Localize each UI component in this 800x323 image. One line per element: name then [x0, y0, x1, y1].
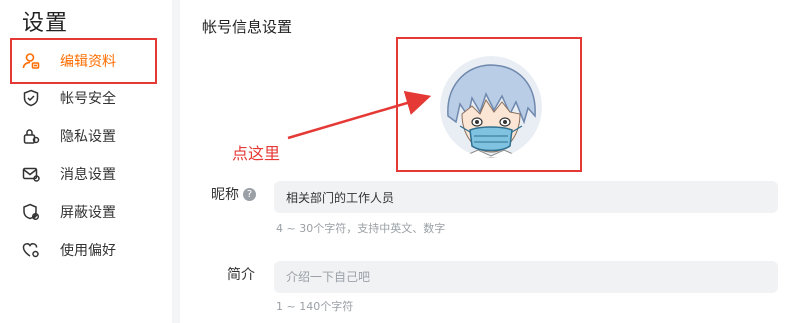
mail-icon [22, 165, 40, 183]
nickname-input[interactable] [274, 181, 778, 213]
sidebar-item-label: 屏蔽设置 [60, 205, 116, 221]
sidebar-item-messages[interactable]: 消息设置 [22, 162, 116, 186]
block-icon [22, 203, 40, 221]
user-edit-icon [22, 52, 40, 70]
sidebar-item-edit-profile[interactable]: 编辑资料 [22, 49, 116, 73]
sidebar-item-label: 消息设置 [60, 167, 116, 183]
panel-divider [172, 0, 180, 323]
sidebar-item-label: 隐私设置 [60, 129, 116, 145]
sidebar-item-preferences[interactable]: 使用偏好 [22, 238, 116, 262]
nickname-label: 昵称 [211, 187, 239, 203]
avatar[interactable] [440, 56, 542, 158]
sidebar-item-label: 使用偏好 [60, 243, 116, 259]
sidebar-item-privacy[interactable]: 隐私设置 [22, 124, 116, 148]
page-title: 帐号信息设置 [202, 18, 293, 36]
sidebar-item-blocking[interactable]: 屏蔽设置 [22, 200, 116, 224]
annotation-text: 点这里 [232, 144, 281, 163]
bio-input[interactable] [274, 261, 778, 293]
sidebar-title: 设置 [22, 11, 69, 36]
bio-tip: 1 ~ 140个字符 [276, 300, 354, 313]
nickname-tip: 4 ~ 30个字符，支持中英文、数字 [276, 222, 446, 235]
bio-label: 简介 [227, 267, 255, 283]
shield-icon [22, 89, 40, 107]
lock-icon [22, 127, 40, 145]
sidebar-item-account-security[interactable]: 帐号安全 [22, 86, 116, 110]
help-icon[interactable]: ? [243, 188, 256, 201]
settings-sidebar: 设置 编辑资料 帐号安全 隐私设置 消息设置 屏蔽设置 使用偏好 [0, 0, 172, 323]
sidebar-item-label: 编辑资料 [60, 54, 116, 70]
heart-settings-icon [22, 241, 40, 259]
sidebar-item-label: 帐号安全 [60, 91, 116, 107]
